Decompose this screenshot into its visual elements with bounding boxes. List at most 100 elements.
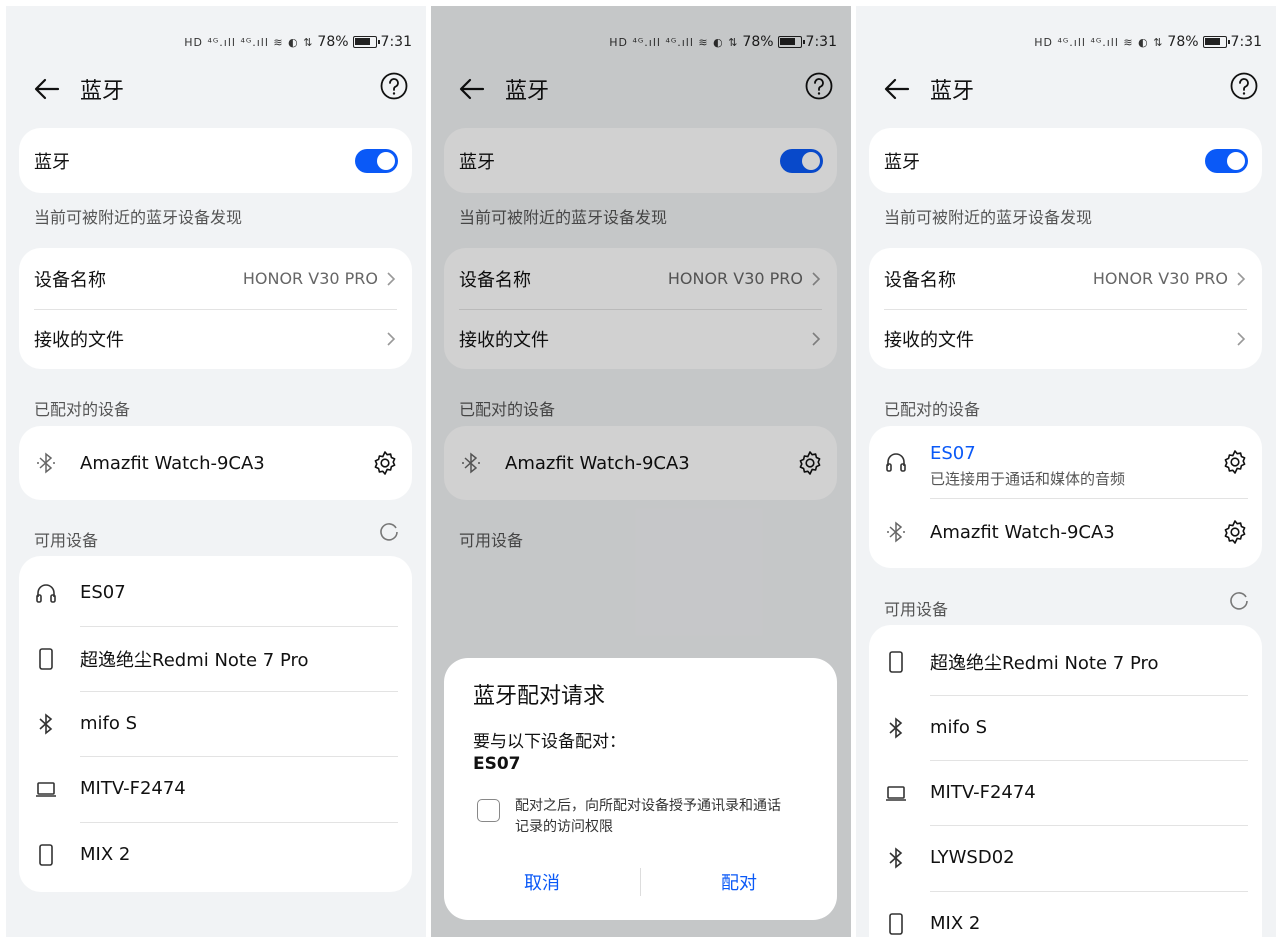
checkbox-label-line2: 记录的访问权限	[515, 819, 613, 835]
bluetooth-label: 蓝牙	[34, 151, 70, 173]
device-settings-card: 设备名称 HONOR V30 PRO 接收的文件	[869, 248, 1262, 369]
gear-icon[interactable]	[1222, 519, 1248, 545]
available-device-row[interactable]: MITV-F2474	[869, 760, 1262, 825]
paired-device-row[interactable]: Amazfit Watch-9CA3	[19, 426, 412, 500]
pair-button[interactable]: 配对	[641, 864, 837, 900]
available-device-row[interactable]: MITV-F2474	[19, 756, 412, 821]
bluetooth-icon	[37, 452, 55, 474]
back-arrow-icon[interactable]	[32, 74, 62, 104]
headphones-icon	[886, 453, 906, 472]
bluetooth-label: 蓝牙	[884, 151, 920, 173]
bluetooth-icon	[39, 712, 53, 735]
paired-device-row[interactable]: ES07 已连接用于通话和媒体的音频	[869, 426, 1262, 498]
received-files-label: 接收的文件	[34, 330, 124, 351]
phone-icon	[39, 647, 53, 670]
chevron-right-icon	[1237, 332, 1246, 346]
paired-devices-card: Amazfit Watch-9CA3	[19, 426, 412, 500]
device-name-label: 设备名称	[884, 269, 956, 291]
network-icons: HD ⁴ᴳ.ıll ⁴ᴳ.ıll ≋ ◐ ⇅	[1034, 35, 1164, 49]
battery-percent: 78%	[317, 34, 349, 50]
device-name: Amazfit Watch-9CA3	[80, 452, 265, 474]
device-name: Amazfit Watch-9CA3	[930, 521, 1115, 543]
help-icon[interactable]	[379, 71, 409, 101]
device-name: mifo S	[930, 717, 988, 738]
device-name: mifo S	[80, 713, 138, 734]
discoverable-note: 当前可被附近的蓝牙设备发现	[884, 208, 1093, 227]
screen-bluetooth-connected: HD ⁴ᴳ.ıll ⁴ᴳ.ıll ≋ ◐ ⇅ 78% 7:31 蓝牙 蓝牙 当前…	[856, 6, 1276, 937]
device-name: ES07	[930, 443, 976, 464]
device-name-value: HONOR V30 PRO	[1092, 269, 1228, 288]
device-name-row[interactable]: 设备名称 HONOR V30 PRO	[19, 248, 412, 309]
gear-icon[interactable]	[1222, 449, 1248, 475]
device-name: LYWSD02	[930, 847, 1015, 868]
dialog-title: 蓝牙配对请求	[473, 684, 606, 709]
phone-icon	[39, 843, 53, 866]
status-bar: HD ⁴ᴳ.ıll ⁴ᴳ.ıll ≋ ◐ ⇅ 78% 7:31	[184, 28, 412, 56]
checkbox-label-line1: 配对之后，向所配对设备授予通讯录和通话	[515, 798, 781, 814]
device-name-value: HONOR V30 PRO	[242, 269, 378, 288]
available-device-row[interactable]: LYWSD02	[869, 825, 1262, 890]
back-arrow-icon[interactable]	[882, 74, 912, 104]
available-device-row[interactable]: 超逸绝尘Redmi Note 7 Pro	[869, 629, 1262, 694]
phone-icon	[889, 650, 903, 673]
chevron-right-icon	[387, 332, 396, 346]
bluetooth-icon	[887, 521, 905, 543]
status-bar: HD ⁴ᴳ.ıll ⁴ᴳ.ıll ≋ ◐ ⇅ 78% 7:31	[1034, 28, 1262, 56]
laptop-icon	[36, 781, 56, 797]
dialog-prompt: 要与以下设备配对：	[473, 732, 626, 752]
refresh-spinner-icon	[1230, 592, 1248, 610]
available-device-row[interactable]: MIX 2	[19, 822, 412, 887]
chevron-right-icon	[1237, 271, 1246, 286]
help-icon[interactable]	[1229, 71, 1259, 101]
device-name: 超逸绝尘Redmi Note 7 Pro	[930, 652, 1159, 674]
screen-bluetooth-scanning: HD ⁴ᴳ.ıll ⁴ᴳ.ıll ≋ ◐ ⇅ 78% 7:31 蓝牙 蓝牙 当前…	[6, 6, 426, 937]
available-device-row[interactable]: mifo S	[19, 691, 412, 756]
available-device-row[interactable]: ES07	[19, 560, 412, 625]
device-name: MITV-F2474	[80, 778, 186, 799]
refresh-spinner-icon	[380, 523, 398, 541]
header: 蓝牙	[856, 66, 1276, 114]
dialog-device-name: ES07	[473, 754, 521, 774]
headphones-icon	[36, 583, 56, 603]
battery-percent: 78%	[1167, 34, 1199, 50]
paired-device-row[interactable]: Amazfit Watch-9CA3	[869, 498, 1262, 566]
received-files-row[interactable]: 接收的文件	[869, 309, 1262, 369]
pairing-dialog: 蓝牙配对请求 要与以下设备配对： ES07 配对之后，向所配对设备授予通讯录和通…	[444, 658, 837, 920]
device-name: MIX 2	[930, 913, 981, 934]
available-section-header: 可用设备	[884, 600, 949, 619]
bluetooth-toggle[interactable]	[1205, 148, 1248, 173]
device-name-row[interactable]: 设备名称 HONOR V30 PRO	[869, 248, 1262, 309]
header: 蓝牙	[6, 66, 426, 114]
available-device-row[interactable]: 超逸绝尘Redmi Note 7 Pro	[19, 626, 412, 691]
bluetooth-icon	[889, 846, 903, 869]
page-title: 蓝牙	[80, 79, 125, 104]
device-name: MITV-F2474	[930, 782, 1036, 803]
available-device-row[interactable]: mifo S	[869, 695, 1262, 760]
available-devices-card: 超逸绝尘Redmi Note 7 Pro mifo S MITV-F2474 L…	[869, 625, 1262, 937]
clock: 7:31	[1230, 34, 1262, 50]
laptop-icon	[886, 785, 906, 801]
available-devices-card: ES07 超逸绝尘Redmi Note 7 Pro mifo S MITV-F2…	[19, 556, 412, 892]
paired-devices-card: ES07 已连接用于通话和媒体的音频 Amazfit Watch-9CA3	[869, 426, 1262, 568]
phone-icon	[889, 912, 903, 935]
device-settings-card: 设备名称 HONOR V30 PRO 接收的文件	[19, 248, 412, 369]
contacts-permission-checkbox[interactable]	[477, 799, 500, 822]
page-title: 蓝牙	[930, 79, 975, 104]
screen-pairing-dialog: HD ⁴ᴳ.ıll ⁴ᴳ.ıll ≋ ◐ ⇅ 78% 7:31 蓝牙 蓝牙 当前…	[431, 6, 851, 937]
bluetooth-toggle-card: 蓝牙	[869, 128, 1262, 193]
available-section-header: 可用设备	[34, 531, 99, 550]
available-device-row[interactable]: MIX 2	[869, 891, 1262, 937]
gear-icon[interactable]	[372, 450, 398, 476]
discoverable-note: 当前可被附近的蓝牙设备发现	[34, 208, 243, 227]
chevron-right-icon	[387, 271, 396, 286]
clock: 7:31	[380, 34, 412, 50]
network-icons: HD ⁴ᴳ.ıll ⁴ᴳ.ıll ≋ ◐ ⇅	[184, 35, 314, 49]
device-name: ES07	[80, 582, 126, 603]
cancel-button[interactable]: 取消	[444, 864, 640, 900]
bluetooth-toggle-card: 蓝牙	[19, 128, 412, 193]
paired-section-header: 已配对的设备	[884, 400, 981, 419]
checkbox-label: 配对之后，向所配对设备授予通讯录和通话 记录的访问权限	[515, 796, 781, 838]
received-files-row[interactable]: 接收的文件	[19, 309, 412, 369]
bluetooth-toggle[interactable]	[355, 148, 398, 173]
device-name-label: 设备名称	[34, 269, 106, 291]
